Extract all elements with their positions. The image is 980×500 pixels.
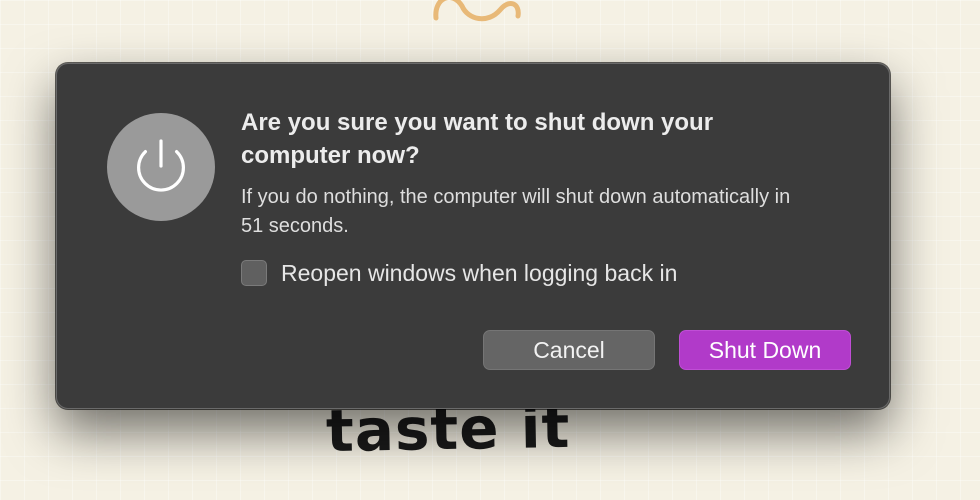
power-icon [107,113,215,221]
dialog-title: Are you sure you want to shut down your … [241,109,714,169]
reopen-windows-checkbox[interactable] [241,260,267,286]
dialog-message: If you do nothing, the computer will shu… [241,186,791,237]
reopen-windows-option[interactable]: Reopen windows when logging back in [241,258,677,288]
wallpaper-squiggle-decoration [433,0,521,22]
cancel-button[interactable]: Cancel [483,330,655,370]
shut-down-button[interactable]: Shut Down [679,330,851,370]
reopen-windows-label: Reopen windows when logging back in [281,260,678,286]
shutdown-dialog: Are you sure you want to shut down your … [56,63,890,409]
